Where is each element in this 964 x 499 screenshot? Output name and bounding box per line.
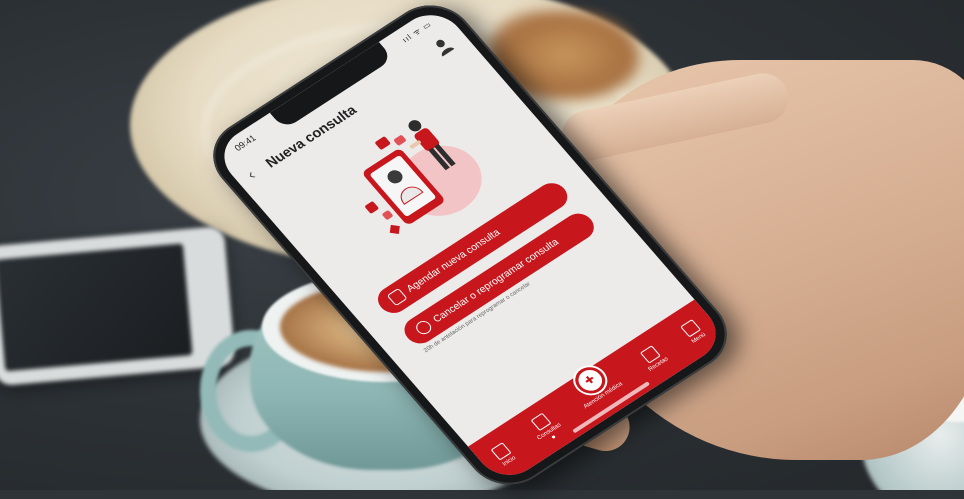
background-phone xyxy=(0,225,236,387)
tab-menu[interactable]: Menú xyxy=(679,318,707,344)
user-icon[interactable] xyxy=(431,35,456,57)
background-phone-screen xyxy=(0,243,193,372)
status-icons: ııl ᯤ ▭ xyxy=(400,19,434,45)
active-indicator xyxy=(551,434,556,439)
status-time: 09:41 xyxy=(232,133,258,153)
clock-icon xyxy=(413,318,435,337)
tab-recetas[interactable]: Recetas xyxy=(636,343,670,372)
chevron-left-icon[interactable]: ‹ xyxy=(244,167,260,184)
tab-inicio[interactable]: Inicio xyxy=(490,441,517,467)
tab-consultas[interactable]: Consultas xyxy=(525,409,566,445)
calendar-icon xyxy=(386,287,408,307)
